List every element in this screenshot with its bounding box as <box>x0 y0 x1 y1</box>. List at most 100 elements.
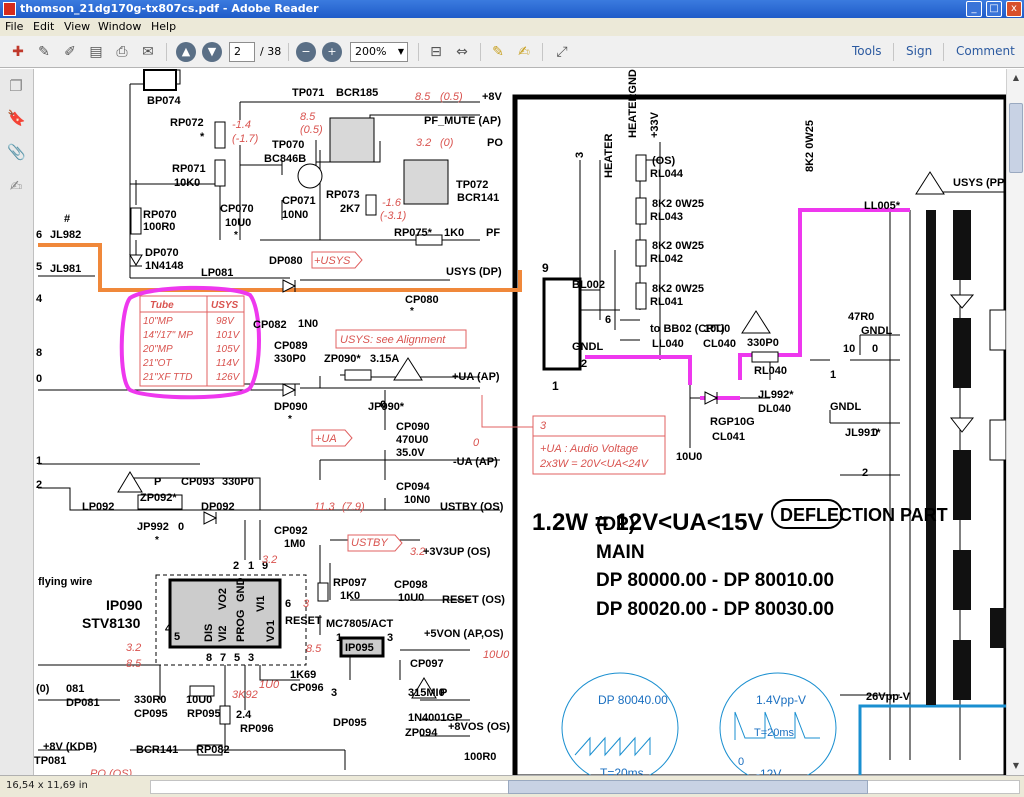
tp070-transistor <box>329 117 375 163</box>
menu-file[interactable]: File <box>5 18 23 36</box>
highlight-icon[interactable]: ✍ <box>514 42 534 62</box>
schematic-label: BCR141 <box>136 744 178 756</box>
schematic-label: JP992 <box>137 521 169 533</box>
schematic-label: USTBY <box>351 537 388 549</box>
tube-table-cell: 105V <box>216 344 241 355</box>
schematic-label: * <box>234 230 238 241</box>
zoom-in-icon[interactable]: + <box>322 42 342 62</box>
schematic-label: 1 <box>552 379 559 393</box>
schematic-label: GNDL <box>830 401 861 413</box>
schematic-page: BP074TP071 BCR185 8.5 (0.5) +8VRP072*-1.4(-1… <box>34 69 1006 775</box>
schematic-label: (0.5) <box>300 124 323 136</box>
schematic-label: DP080 <box>269 255 303 267</box>
schematic-label: TP072 <box>456 179 488 191</box>
email-icon[interactable]: ✉ <box>138 42 158 62</box>
attachment-icon[interactable]: 📎 <box>7 143 26 161</box>
schematic-label: 1.2W = 12V<UA<15V <box>532 509 763 536</box>
menu-help[interactable]: Help <box>151 18 176 36</box>
schematic-label: RP075* <box>394 227 433 239</box>
minimize-button[interactable]: _ <box>966 1 982 17</box>
fit-width-icon[interactable]: ⇔ <box>452 42 472 62</box>
bookmark-icon[interactable]: 🔖 <box>7 109 26 127</box>
schematic-label: 4 <box>165 623 172 635</box>
comment-icon[interactable]: ✎ <box>488 42 508 62</box>
schematic-label: (-3.1) <box>380 210 407 222</box>
schematic-label: 8.5 <box>300 111 316 123</box>
schematic-label: 10 <box>843 343 855 355</box>
create-pdf-icon[interactable]: ✚ <box>8 42 28 62</box>
schematic-label: HEATER <box>603 134 615 178</box>
schematic-label: RP095 <box>187 708 221 720</box>
schematic-label: 470U0 <box>396 434 428 446</box>
schematic-label: 2 <box>36 479 42 491</box>
page-down-icon[interactable]: ▼ <box>202 42 222 62</box>
schematic-label: 8.5 <box>415 91 431 103</box>
schematic-label: 3 <box>540 420 547 432</box>
schematic-label: CL040 <box>703 338 736 350</box>
schematic-label: 10U0 <box>704 323 730 335</box>
tube-table-cell: 114V <box>216 358 240 369</box>
open-icon[interactable]: ✎ <box>34 42 54 62</box>
comment-link[interactable]: Comment <box>956 44 1015 58</box>
schematic-label: 10K0 <box>174 177 200 189</box>
schematic-label: 3 <box>331 687 337 699</box>
schematic-label: 6 <box>36 229 42 241</box>
schematic-label: 8.5 <box>306 643 322 655</box>
scroll-up-icon[interactable]: ▲ <box>1009 71 1023 85</box>
schematic-label: (7.9) <box>342 501 365 513</box>
horizontal-scroll-thumb[interactable] <box>508 780 868 794</box>
maximize-button[interactable]: □ <box>986 1 1002 17</box>
page-number-input[interactable]: 2 <box>229 42 255 62</box>
fullscreen-icon[interactable]: ⤢ <box>552 42 572 62</box>
rl043-resistor <box>635 197 647 225</box>
page-up-icon[interactable]: ▲ <box>176 42 196 62</box>
menu-view[interactable]: View <box>64 18 90 36</box>
schematic-label: RP082 <box>196 744 230 756</box>
schematic-label: USYS: see Alignment <box>340 334 446 346</box>
schematic-label: USYS (PP) <box>953 177 1006 189</box>
scroll-down-icon[interactable]: ▼ <box>1009 759 1023 773</box>
fit-page-icon[interactable]: ⊟ <box>426 42 446 62</box>
schematic-label: 3.2 <box>262 554 277 566</box>
signature-icon[interactable]: ✍ <box>7 177 25 195</box>
rl042-resistor <box>635 239 647 267</box>
schematic-label: RP097 <box>333 577 367 589</box>
wires <box>38 69 1006 770</box>
schematic-label: JL992* <box>758 389 794 401</box>
zoom-out-icon[interactable]: − <box>296 42 316 62</box>
schematic-label: 1 <box>336 632 342 644</box>
zoom-select[interactable]: 200% ▼ <box>350 42 408 62</box>
vertical-scrollbar[interactable]: ▲ ▼ <box>1006 69 1024 775</box>
close-button[interactable]: x <box>1006 1 1022 17</box>
pages-icon[interactable]: ❐ <box>7 77 25 95</box>
schematic-label: 7 <box>220 652 226 664</box>
schematic-label: 2K7 <box>340 203 360 215</box>
schematic-label: BCR141 <box>457 192 499 204</box>
tools-link[interactable]: Tools <box>852 44 882 58</box>
schematic-label: -12V <box>756 767 781 775</box>
schematic-label: +5VON (AP,OS) <box>424 628 504 640</box>
menu-edit[interactable]: Edit <box>33 18 54 36</box>
schematic-label: 100R0 <box>464 751 496 763</box>
ua-note-leader <box>481 395 533 428</box>
save-icon[interactable]: ▤ <box>86 42 106 62</box>
schematic-label: 0 <box>473 437 480 449</box>
schematic-label: 0 <box>380 399 386 411</box>
schematic-label: 1N4148 <box>145 260 184 272</box>
schematic-label: * <box>288 414 292 425</box>
schematic-label: ZP092* <box>140 492 177 504</box>
menu-window[interactable]: Window <box>98 18 141 36</box>
scroll-thumb[interactable] <box>1009 103 1023 173</box>
schematic-label: PROG <box>235 610 247 642</box>
schematic-label: 2 <box>233 560 239 572</box>
edit-icon[interactable]: ✐ <box>60 42 80 62</box>
print-icon[interactable]: ⎙ <box>112 42 132 62</box>
chevron-down-icon: ▼ <box>397 47 404 56</box>
sign-link[interactable]: Sign <box>906 44 932 58</box>
document-view: BP074 TP071 BCR185 8.5 (0.5) +8V RP072 * -1.4 (-1… <box>34 69 1006 775</box>
schematic-label: GNDL <box>572 341 603 353</box>
schematic-label: DP095 <box>333 717 367 729</box>
schematic-label: RL042 <box>650 253 683 265</box>
schematic-label: 1.4Vpp-V <box>756 693 806 707</box>
schematic-label: 10U0 <box>186 694 212 706</box>
